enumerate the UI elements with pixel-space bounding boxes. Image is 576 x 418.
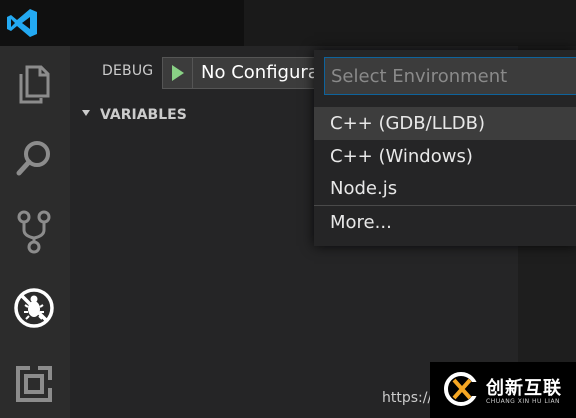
quick-pick-widget: C++ (GDB/LLDB) C++ (Windows) Node.js Mor…: [314, 50, 576, 246]
quick-pick-item-cpp-windows[interactable]: C++ (Windows): [314, 140, 576, 173]
extensions-icon[interactable]: [10, 360, 58, 408]
debug-no-bug-icon[interactable]: [10, 284, 58, 332]
chevron-down-icon: [82, 110, 90, 116]
start-debugging-button[interactable]: [163, 58, 193, 88]
environment-search-input[interactable]: [324, 57, 576, 95]
quick-pick-item-cpp-gdb[interactable]: C++ (GDB/LLDB): [314, 107, 576, 140]
quick-pick-item-nodejs[interactable]: Node.js: [314, 172, 576, 205]
quick-pick-item-more[interactable]: More...: [314, 206, 576, 239]
activity-bar: [0, 46, 70, 418]
watermark-subtitle: CHUANG XIN HU LIAN: [486, 398, 561, 405]
debug-configuration-select[interactable]: No Configura: [162, 57, 332, 89]
play-icon: [171, 65, 184, 81]
watermark-title: 创新互联: [486, 378, 562, 399]
title-bar: [0, 0, 576, 46]
search-icon[interactable]: [10, 134, 58, 182]
vscode-logo-icon: [7, 9, 37, 37]
configuration-name: No Configura: [201, 62, 319, 83]
watermark: 创新互联 CHUANG XIN HU LIAN: [430, 362, 576, 418]
debug-view-title: DEBUG: [102, 63, 154, 79]
git-branch-icon[interactable]: [10, 208, 58, 256]
vscode-window: DEBUG No Configura VARIABLES C++ (GDB/LL…: [0, 0, 576, 418]
watermark-logo-icon: [444, 372, 480, 406]
variables-title: VARIABLES: [100, 107, 187, 123]
url-overlay-text: https://l: [382, 390, 437, 406]
files-icon[interactable]: [10, 60, 58, 108]
title-bar-right: [244, 0, 576, 46]
